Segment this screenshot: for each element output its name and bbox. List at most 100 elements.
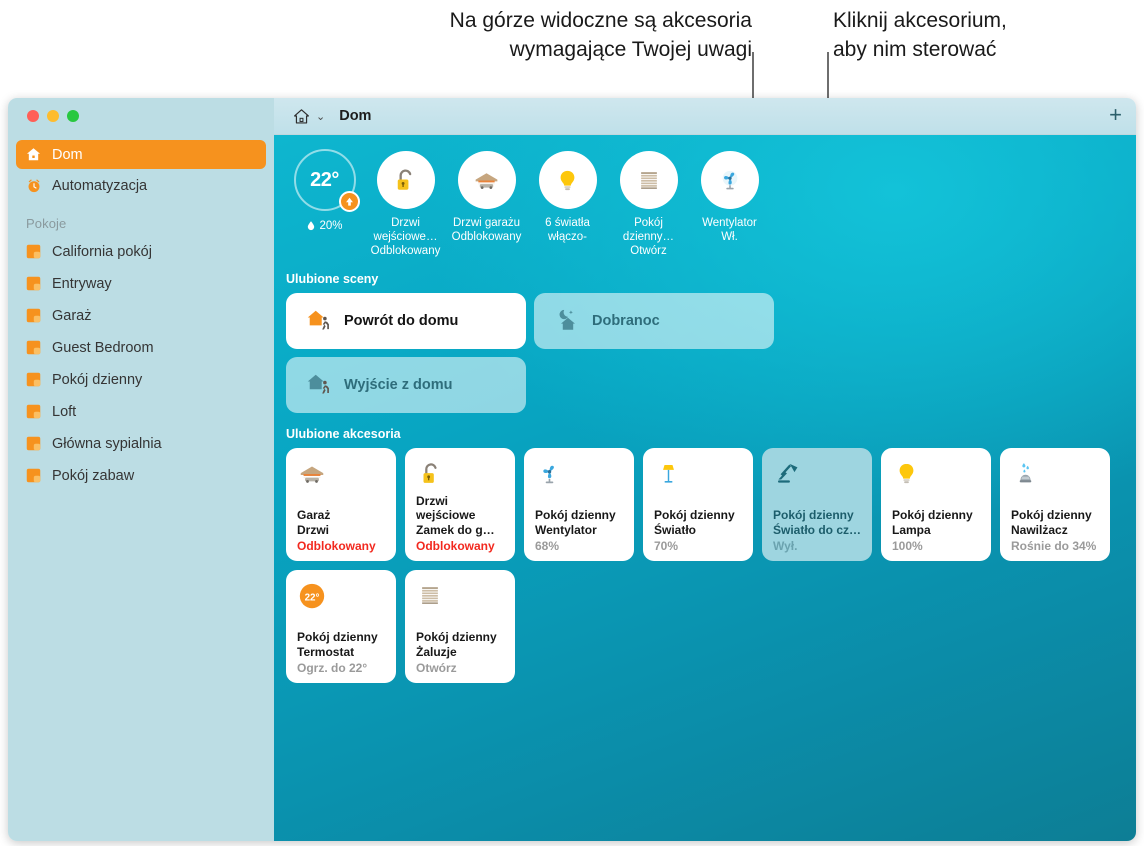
sidebar-item-pokoj-zabaw[interactable]: Pokój zabaw <box>16 461 266 490</box>
accessory-name: Garaż Drzwi <box>297 508 331 537</box>
room-icon <box>25 243 42 260</box>
scene-card-powrot-do-domu[interactable]: Powrót do domu <box>286 293 526 349</box>
room-icon <box>25 339 42 356</box>
sidebar-item-label: Główna sypialnia <box>52 435 162 452</box>
screenshot-root: Na górze widoczne są akcesoria wymagając… <box>0 0 1144 846</box>
home-icon <box>25 146 42 163</box>
accessory-state: Otwórz <box>416 661 457 675</box>
status-fan[interactable]: Wentylator Wł. <box>691 149 768 244</box>
accessory-tile-pokoj-dzienny-wentylator[interactable]: Pokój dzienny Wentylator 68% <box>524 448 634 561</box>
room-icon <box>25 307 42 324</box>
room-icon <box>25 403 42 420</box>
close-button[interactable] <box>27 110 39 122</box>
status-blinds[interactable]: Pokój dzienny… Otwórz <box>610 149 687 258</box>
accessory-state: 100% <box>892 539 923 553</box>
window-titlebar: ⌄ Dom + <box>274 98 1136 135</box>
section-title-accessories: Ulubione akcesoria <box>286 427 401 441</box>
status-icon-wrap <box>457 151 516 209</box>
sidebar-room-list: California pokój Entryway Garaż Guest Be… <box>16 237 266 490</box>
accessory-name: Pokój dzienny Termostat <box>297 630 378 659</box>
house-walking-icon <box>304 370 334 400</box>
zoom-button[interactable] <box>67 110 79 122</box>
scenes-grid: Powrót do domu Dobranoc Wyjście z domu <box>274 293 1136 413</box>
accessory-tile-pokoj-dzienny-swiatlo-do-czytania[interactable]: Pokój dzienny Światło do cz… Wył. <box>762 448 872 561</box>
scene-label: Wyjście z domu <box>344 377 453 393</box>
sidebar-nav: Dom Automatyzacja <box>16 140 266 200</box>
sidebar-item-label: Garaż <box>52 307 92 324</box>
unlocked-padlock-icon <box>416 459 446 489</box>
room-icon <box>25 435 42 452</box>
sidebar-item-garaz[interactable]: Garaż <box>16 301 266 330</box>
sidebar-item-glowna-sypialnia[interactable]: Główna sypialnia <box>16 429 266 458</box>
scene-card-dobranoc[interactable]: Dobranoc <box>534 293 774 349</box>
accessory-name: Pokój dzienny Światło do cz… <box>773 508 862 537</box>
garage-door-icon <box>475 172 498 189</box>
sidebar: Dom Automatyzacja Pokoje California pokó… <box>8 98 274 841</box>
accessory-tile-pokoj-dzienny-lampa[interactable]: Pokój dzienny Lampa 100% <box>881 448 991 561</box>
moon-house-icon <box>552 306 582 336</box>
accessory-name: Pokój dzienny Światło <box>654 508 735 537</box>
accessory-name: Pokój dzienny Nawilżacz <box>1011 508 1092 537</box>
accessory-tile-pokoj-dzienny-termostat[interactable]: 22° Pokój dzienny Termostat Ogrz. do 22° <box>286 570 396 683</box>
status-garage-door[interactable]: Drzwi garażu Odblokowany <box>448 149 525 244</box>
sidebar-item-guest-bedroom[interactable]: Guest Bedroom <box>16 333 266 362</box>
blinds-icon <box>640 172 657 189</box>
status-front-door-lock[interactable]: Drzwi wejściowe… Odblokowany <box>367 149 444 258</box>
status-icon-wrap <box>538 151 597 209</box>
sidebar-item-label: Guest Bedroom <box>52 339 154 356</box>
room-icon <box>25 275 42 292</box>
sidebar-item-loft[interactable]: Loft <box>16 397 266 426</box>
sidebar-item-entryway[interactable]: Entryway <box>16 269 266 298</box>
sidebar-item-automatyzacja[interactable]: Automatyzacja <box>16 171 266 200</box>
temperature-value: 22° <box>310 168 339 191</box>
status-label: Pokój dzienny… Otwórz <box>622 217 675 257</box>
status-label: 6 światła włączo- <box>545 217 590 243</box>
lightbulb-icon <box>892 459 922 489</box>
sidebar-item-label: Pokój dzienny <box>52 371 143 388</box>
garage-door-icon <box>297 459 327 489</box>
callout-attention-accessories: Na górze widoczne są akcesoria wymagając… <box>449 9 752 61</box>
fan-icon <box>722 170 737 190</box>
add-button[interactable]: + <box>1109 103 1122 129</box>
floor-lamp-icon <box>654 459 684 489</box>
arrow-up-icon <box>338 191 360 212</box>
accessory-tile-drzwi-wejsciowe-zamek[interactable]: Drzwi wejściowe Zamek do g… Odblokowany <box>405 448 515 561</box>
temperature-ring: 22° <box>293 149 360 212</box>
accessory-name: Drzwi wejściowe Zamek do g… <box>416 493 495 537</box>
accessory-tile-pokoj-dzienny-swiatlo[interactable]: Pokój dzienny Światło 70% <box>643 448 753 561</box>
accessory-tile-pokoj-dzienny-zaluzje[interactable]: Pokój dzienny Żaluzje Otwórz <box>405 570 515 683</box>
fan-icon <box>535 459 565 489</box>
status-label: Drzwi garażu Odblokowany <box>451 217 522 243</box>
accessory-tile-pokoj-dzienny-nawilzacz[interactable]: Pokój dzienny Nawilżacz Rośnie do 34% <box>1000 448 1110 561</box>
svg-text:22°: 22° <box>305 592 320 603</box>
sidebar-item-label: Entryway <box>52 275 112 292</box>
lightbulb-icon <box>560 170 575 190</box>
sidebar-section-rooms: Pokoje <box>26 216 67 231</box>
room-icon <box>25 371 42 388</box>
unlocked-padlock-icon <box>397 168 412 190</box>
accessory-state: 70% <box>654 539 679 553</box>
status-row: 22° 20% Drzwi wejściowe… Odblokowany Drz… <box>274 149 1136 258</box>
status-icon-wrap <box>700 151 759 209</box>
callout-click-accessory: Kliknij akcesorium, aby nim sterować <box>833 9 1007 61</box>
sidebar-item-california-pokoj[interactable]: California pokój <box>16 237 266 266</box>
home-icon[interactable] <box>292 107 311 126</box>
home-app-window: Dom Automatyzacja Pokoje California pokó… <box>8 98 1136 841</box>
status-label: Drzwi wejściowe… Odblokowany <box>370 217 441 257</box>
window-traffic-lights <box>16 98 266 122</box>
minimize-button[interactable] <box>47 110 59 122</box>
page-title: Dom <box>339 108 372 124</box>
accessory-tile-garaz-drzwi[interactable]: Garaż Drzwi Odblokowany <box>286 448 396 561</box>
sidebar-item-label: Pokój zabaw <box>52 467 135 484</box>
scene-card-wyjscie-z-domu[interactable]: Wyjście z domu <box>286 357 526 413</box>
humidifier-icon <box>1011 459 1041 489</box>
home-canvas: 22° 20% Drzwi wejściowe… Odblokowany Drz… <box>274 135 1136 841</box>
status-lights[interactable]: 6 światła włączo- <box>529 149 606 244</box>
house-walking-icon <box>304 306 334 336</box>
sidebar-item-pokoj-dzienny[interactable]: Pokój dzienny <box>16 365 266 394</box>
accessory-name: Pokój dzienny Wentylator <box>535 508 616 537</box>
sidebar-item-dom[interactable]: Dom <box>16 140 266 169</box>
status-climate[interactable]: 22° 20% <box>286 149 363 232</box>
thermostat-icon: 22° <box>297 581 327 611</box>
chevron-down-icon[interactable]: ⌄ <box>316 110 325 123</box>
